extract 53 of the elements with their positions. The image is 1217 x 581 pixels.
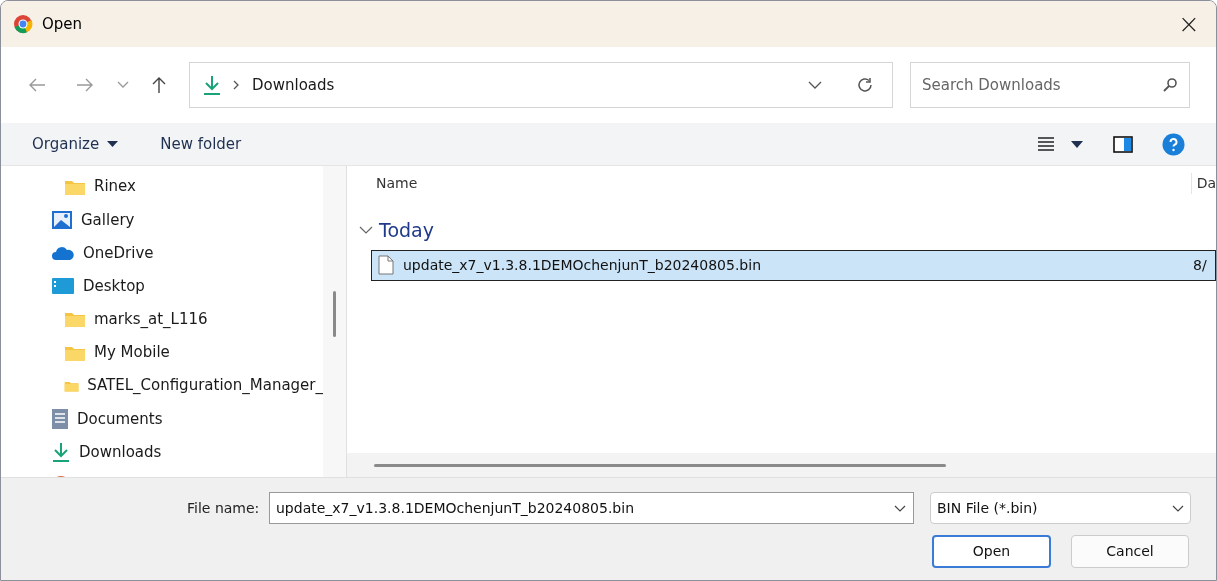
file-date: 8/ (1193, 255, 1207, 275)
forward-arrow-icon[interactable] (75, 77, 95, 93)
up-arrow-icon[interactable] (151, 75, 167, 95)
sidebar-item[interactable]: Desktop (83, 274, 145, 298)
desktop-icon (51, 277, 75, 296)
picture-icon (51, 209, 73, 230)
chevron-down-icon (1172, 504, 1184, 512)
file-icon (378, 255, 394, 275)
caret-icon (107, 141, 119, 147)
refresh-icon[interactable] (856, 76, 874, 94)
document-icon (51, 407, 69, 430)
caret-icon[interactable] (1071, 140, 1083, 148)
folder-icon (64, 310, 86, 329)
breadcrumb-item[interactable]: Downloads (252, 73, 335, 97)
organize-menu[interactable]: Organize (32, 132, 119, 156)
download-icon (202, 74, 222, 96)
sidebar-item[interactable]: OneDrive (83, 241, 154, 265)
back-arrow-icon[interactable] (27, 77, 47, 93)
search-field[interactable]: Search Downloads (910, 62, 1190, 108)
address-bar[interactable]: Downloads (189, 62, 893, 108)
new-folder-button[interactable]: New folder (160, 132, 242, 156)
close-button[interactable]: × (1174, 9, 1204, 39)
chevron-down-icon[interactable] (894, 505, 906, 512)
view-list-icon[interactable] (1037, 136, 1055, 152)
file-name-label: File name: (187, 498, 261, 518)
preview-pane-icon[interactable] (1113, 135, 1133, 153)
cancel-button[interactable]: Cancel (1071, 535, 1189, 568)
search-icon[interactable] (1162, 77, 1178, 93)
group-header[interactable]: Today (379, 216, 434, 245)
sidebar-item[interactable]: My Mobile (94, 341, 170, 364)
chevron-down-icon[interactable] (808, 81, 822, 89)
scrollbar-thumb[interactable] (374, 463, 946, 467)
sidebar-item[interactable]: Downloads (79, 440, 162, 464)
chevron-right-icon (232, 80, 240, 90)
download-icon (51, 441, 71, 464)
help-icon[interactable] (1162, 132, 1185, 156)
sidebar-item[interactable]: SATEL_Configuration_Manager_ (87, 374, 323, 397)
sidebar-item[interactable]: Gallery (81, 208, 135, 232)
file-row[interactable]: update_x7_v1.3.8.1DEMOchenjunT_b20240805.bin 8/ (371, 249, 1216, 281)
open-button[interactable]: Open (932, 535, 1051, 568)
file-name-field[interactable]: update_x7_v1.3.8.1DEMOchenjunT_b20240805.bin (269, 492, 914, 524)
column-header[interactable]: Da (1196, 173, 1216, 194)
chevron-down-icon[interactable] (359, 226, 373, 235)
scrollbar-thumb[interactable] (333, 291, 336, 337)
file-type-dropdown[interactable]: BIN File (*.bin) (930, 492, 1191, 524)
browser-logo-icon (13, 14, 33, 34)
window-title: Open (42, 13, 83, 35)
sidebar-item[interactable]: Rinex (94, 175, 136, 198)
column-header[interactable]: Name (376, 173, 1192, 194)
file-name: update_x7_v1.3.8.1DEMOchenjunT_b20240805.bin (403, 255, 762, 275)
sidebar-item[interactable]: Documents (77, 407, 163, 431)
cloud-icon (51, 244, 75, 261)
sidebar-item[interactable]: marks_at_L116 (94, 308, 208, 331)
